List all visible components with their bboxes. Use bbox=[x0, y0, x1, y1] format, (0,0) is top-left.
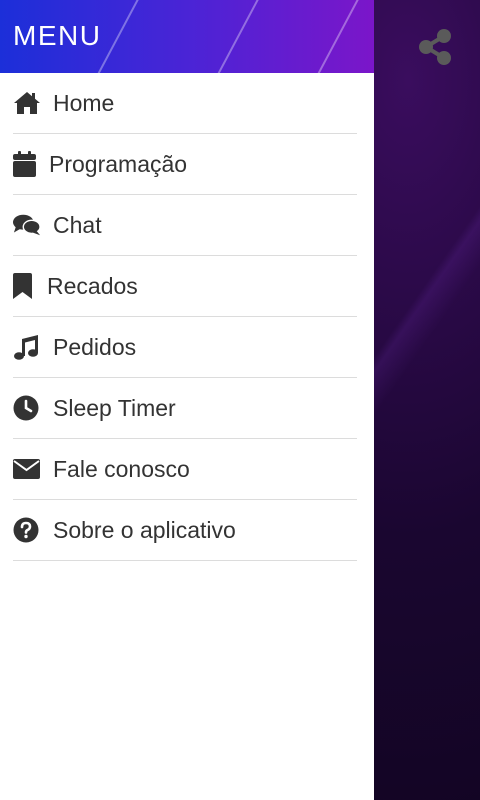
drawer-title: MENU bbox=[13, 20, 102, 51]
menu-item-pedidos[interactable]: Pedidos bbox=[13, 317, 357, 378]
menu-label: Sleep Timer bbox=[53, 394, 176, 421]
menu-item-sleep-timer[interactable]: Sleep Timer bbox=[13, 378, 357, 439]
header-decoration bbox=[201, 0, 261, 73]
menu-item-recados[interactable]: Recados bbox=[13, 256, 357, 317]
menu-label: Programação bbox=[49, 150, 188, 177]
menu-item-sobre[interactable]: Sobre o aplicativo bbox=[13, 500, 357, 561]
envelope-icon bbox=[13, 455, 41, 483]
share-icon bbox=[419, 29, 451, 65]
share-button[interactable] bbox=[414, 26, 456, 68]
menu-label: Chat bbox=[53, 211, 102, 238]
music-note-icon bbox=[13, 333, 41, 361]
navigation-drawer: MENU Home Programação Chat Recados Pedid… bbox=[0, 0, 374, 800]
menu-label: Home bbox=[53, 89, 115, 116]
menu-list: Home Programação Chat Recados Pedidos Sl… bbox=[0, 73, 374, 561]
app-screen: MENU Home Programação Chat Recados Pedid… bbox=[0, 0, 480, 800]
menu-label: Recados bbox=[47, 272, 138, 299]
menu-item-fale-conosco[interactable]: Fale conosco bbox=[13, 439, 357, 500]
home-icon bbox=[13, 89, 41, 117]
menu-item-chat[interactable]: Chat bbox=[13, 195, 357, 256]
calendar-icon bbox=[13, 150, 37, 178]
drawer-header: MENU bbox=[0, 0, 374, 73]
question-circle-icon bbox=[13, 516, 41, 544]
menu-label: Fale conosco bbox=[53, 455, 190, 482]
chat-icon bbox=[13, 211, 41, 239]
header-decoration bbox=[301, 0, 361, 73]
bookmark-icon bbox=[13, 272, 35, 300]
clock-icon bbox=[13, 394, 41, 422]
menu-label: Sobre o aplicativo bbox=[53, 516, 236, 543]
menu-item-home[interactable]: Home bbox=[13, 73, 357, 134]
menu-item-programacao[interactable]: Programação bbox=[13, 134, 357, 195]
menu-label: Pedidos bbox=[53, 333, 137, 360]
